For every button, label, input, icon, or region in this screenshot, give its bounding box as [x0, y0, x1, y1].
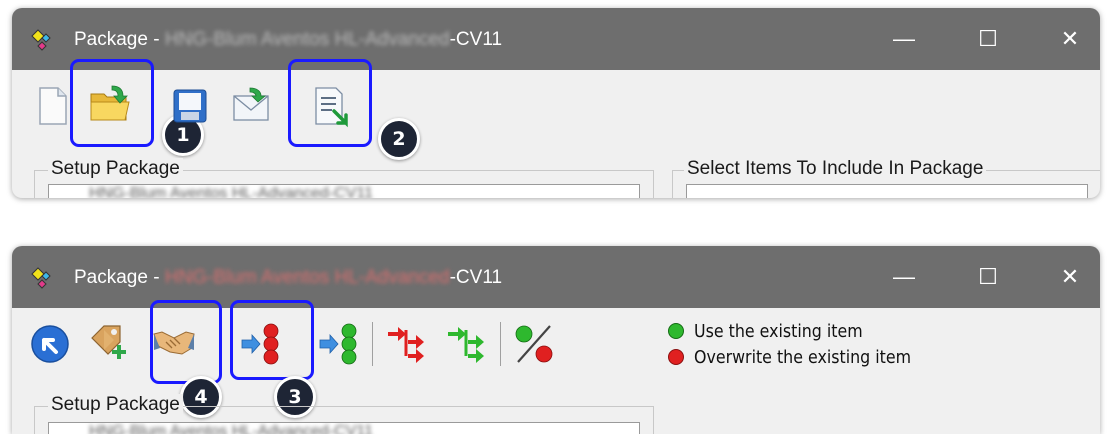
close-button[interactable]: ✕ [1050, 260, 1090, 294]
setup-package-label: Setup Package [48, 158, 183, 180]
expand-red-icon[interactable] [384, 320, 428, 364]
minimize-button[interactable]: — [884, 22, 924, 56]
app-logo-icon [28, 260, 68, 296]
handshake-highlight [150, 300, 222, 384]
close-button[interactable]: ✕ [1050, 22, 1090, 56]
save-icon[interactable] [168, 84, 212, 128]
title-bar[interactable]: Package - HNG-Blum Aventos HL-Advanced-C… [12, 246, 1100, 308]
send-mail-icon[interactable] [230, 82, 274, 126]
add-tag-icon[interactable] [86, 320, 130, 364]
red-dot-icon [668, 349, 684, 365]
select-items-list[interactable] [686, 184, 1088, 198]
back-arrow-icon[interactable] [28, 322, 72, 366]
toolbar-separator [372, 322, 373, 366]
maximize-button[interactable]: ☐ [968, 22, 1008, 56]
open-highlight [70, 59, 154, 147]
setup-package-tree[interactable]: HNG-Blum Aventos HL-Advanced-CV11 [48, 422, 640, 434]
minimize-button[interactable]: — [884, 260, 924, 294]
step-badge-2: 2 [378, 118, 420, 160]
new-document-icon[interactable] [30, 84, 74, 128]
title-bar[interactable]: Package - HNG-Blum Aventos HL-Advanced-C… [12, 8, 1100, 70]
select-items-label: Select Items To Include In Package [684, 158, 987, 180]
overwrite-highlight [230, 300, 314, 380]
maximize-button[interactable]: ☐ [968, 260, 1008, 294]
toolbar-separator [500, 322, 501, 366]
window-title: Package - HNG-Blum Aventos HL-Advanced-C… [74, 267, 503, 288]
list-item[interactable]: HNG-Blum Aventos HL-Advanced-CV11 [89, 185, 373, 198]
toggle-use-overwrite-icon[interactable] [512, 322, 556, 366]
setup-package-label: Setup Package [48, 394, 183, 416]
legend-use-existing: Use the existing item [668, 320, 886, 342]
expand-green-icon[interactable] [444, 320, 488, 364]
package-window-bottom: Package - HNG-Blum Aventos HL-Advanced-C… [12, 246, 1100, 434]
green-dot-icon [668, 323, 684, 339]
use-existing-all-icon[interactable] [318, 322, 362, 366]
list-item[interactable]: HNG-Blum Aventos HL-Advanced-CV11 [89, 423, 373, 434]
package-window-top: Package - HNG-Blum Aventos HL-Advanced-C… [12, 8, 1100, 198]
export-highlight [288, 59, 372, 147]
window-title: Package - HNG-Blum Aventos HL-Advanced-C… [74, 29, 503, 50]
setup-package-tree[interactable]: HNG-Blum Aventos HL-Advanced-CV11 [48, 184, 640, 198]
app-logo-icon [28, 22, 68, 58]
legend-overwrite: Overwrite the existing item [668, 346, 941, 368]
